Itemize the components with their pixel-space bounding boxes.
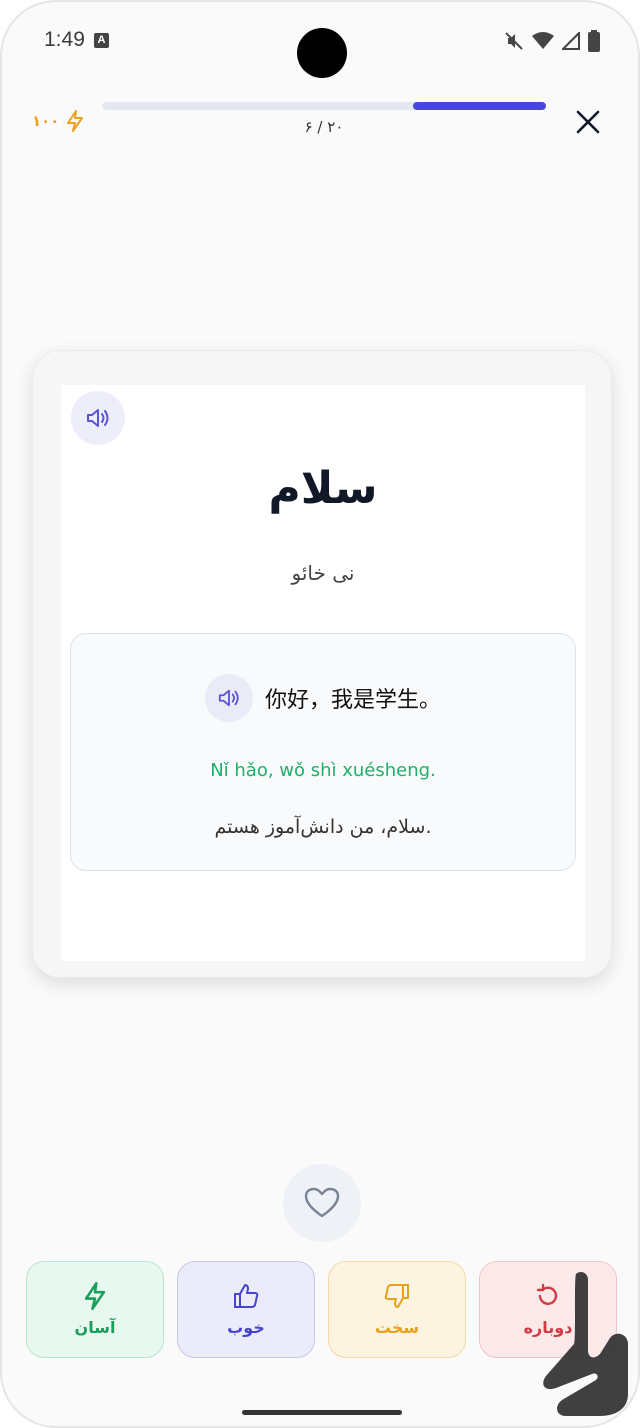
xp-counter: ۱۰۰ — [32, 110, 85, 132]
favorite-button[interactable] — [283, 1164, 361, 1242]
lightning-icon — [84, 1282, 106, 1310]
rate-hard-label: سخت — [374, 1318, 420, 1337]
camera-cutout — [297, 28, 347, 78]
example-chinese: 你好，我是学生。 — [264, 688, 441, 713]
progress-fill — [412, 102, 546, 110]
example-translation: سلام، من دانش‌آموز هستم. — [214, 816, 432, 838]
status-time: 1:49 — [44, 28, 85, 51]
rate-easy-label: آسان — [74, 1318, 116, 1337]
rate-hard-button[interactable]: سخت — [328, 1261, 466, 1358]
speaker-icon — [87, 409, 109, 427]
example-box: 你好，我是学生。 Nǐ hǎo, wǒ shì xuésheng. سلام، … — [70, 633, 576, 871]
status-icons — [504, 30, 600, 52]
card-word: سلام — [268, 463, 378, 514]
thumbs-down-icon — [384, 1284, 409, 1308]
heart-icon — [304, 1187, 340, 1218]
speak-example-button[interactable] — [204, 674, 253, 722]
rate-good-button[interactable]: خوب — [177, 1261, 315, 1358]
lightning-icon — [67, 110, 84, 132]
speaker-icon — [218, 689, 239, 707]
mute-icon — [505, 32, 523, 50]
progress-bar — [102, 102, 546, 110]
home-indicator[interactable] — [242, 1410, 402, 1415]
status-badge: A — [94, 33, 109, 48]
speak-word-button[interactable] — [71, 391, 125, 445]
close-icon — [576, 110, 600, 134]
progress-count: ۶ / ۲۰ — [304, 118, 344, 136]
card-transliteration: نی خائو — [291, 561, 355, 585]
flashcard[interactable]: سلام نی خائو 你好，我是学生。 Nǐ hǎo, wǒ shì xué… — [32, 350, 612, 978]
example-sentence-row: 你好，我是学生。 — [71, 674, 575, 722]
status-bar: 1:49 A — [2, 2, 638, 82]
close-button[interactable] — [570, 104, 606, 140]
signal-icon — [562, 32, 580, 50]
flashcard-content: سلام نی خائو 你好，我是学生。 Nǐ hǎo, wǒ shì xué… — [61, 385, 585, 961]
wifi-icon — [532, 32, 554, 49]
xp-value: ۱۰۰ — [32, 112, 60, 130]
thumbs-up-icon — [234, 1284, 259, 1308]
battery-icon — [588, 30, 600, 52]
phone-screen: 1:49 A ۱۰۰ ۶ / ۲۰ سلام نی خائو 你好，我是学生。 … — [0, 0, 640, 1428]
rate-easy-button[interactable]: آسان — [26, 1261, 164, 1358]
example-pinyin: Nǐ hǎo, wǒ shì xuésheng. — [210, 760, 436, 781]
rate-good-label: خوب — [227, 1318, 265, 1337]
store-watermark-logo — [543, 1272, 628, 1416]
